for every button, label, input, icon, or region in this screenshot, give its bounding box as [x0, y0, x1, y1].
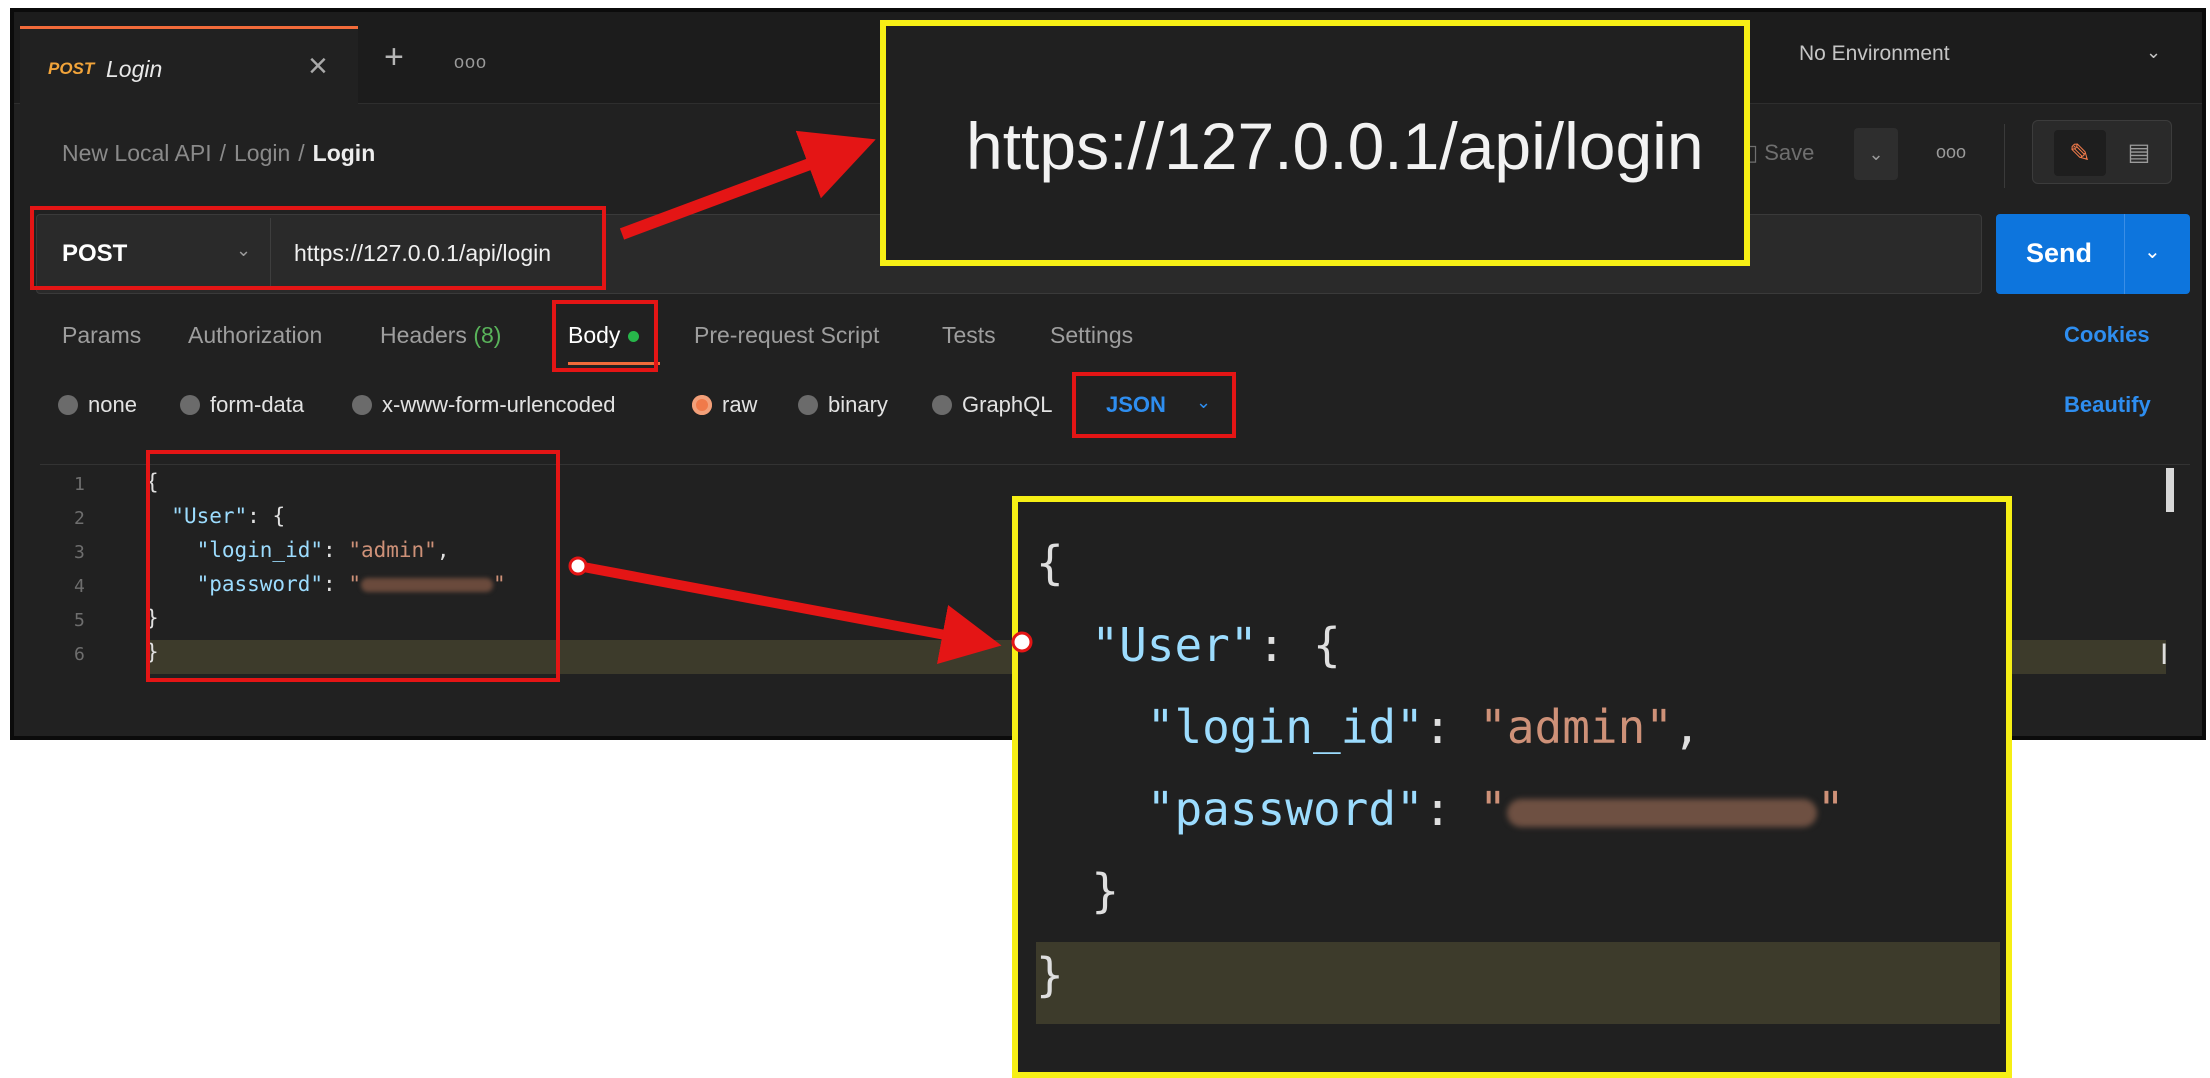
arrow-to-url-zoom: [619, 130, 876, 240]
arrow-to-code-zoom: [577, 561, 1002, 664]
arrow-origin: [568, 556, 588, 576]
annotation-arrows: [568, 130, 1033, 664]
arrow-target: [1011, 631, 1033, 653]
